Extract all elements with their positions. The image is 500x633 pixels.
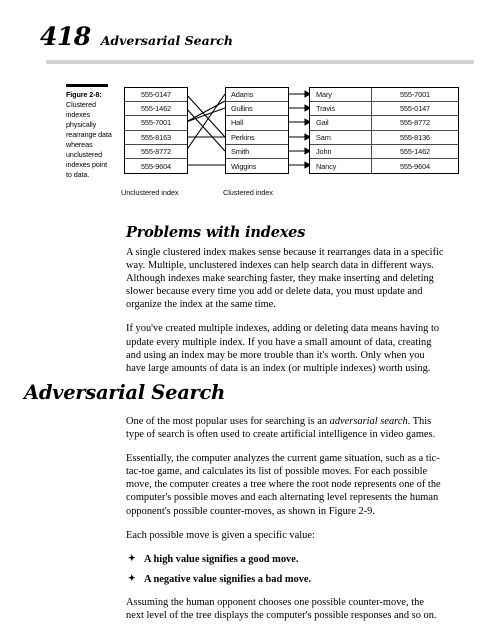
figure-caption-rule [66, 84, 108, 87]
adversarial-paragraph-2: Essentially, the computer analyzes the c… [126, 453, 441, 517]
record-name: Nancy [310, 158, 372, 174]
list-item-label: A negative value signifies a bad move. [144, 573, 312, 585]
record-name: Sam [310, 130, 372, 145]
adversarial-paragraph-3: Each possible move is given a specific v… [126, 529, 315, 541]
figure-2-8: Figure 2-8: Clustered indexes physically… [66, 84, 459, 202]
move-value-bullet-list: ✦ A high value signifies a good move. ✦ … [126, 553, 444, 586]
clustered-index-label: Clustered index [223, 188, 273, 197]
problems-paragraph-1: A single clustered index makes sense bec… [126, 247, 444, 311]
record-phone: 555-0147 [372, 102, 458, 117]
problems-heading: Problems with indexes [126, 224, 306, 241]
record-name: Gail [310, 116, 372, 131]
table-row: Perkins [226, 131, 288, 145]
figure-caption: Figure 2-8: Clustered indexes physically… [66, 84, 116, 180]
table-row: 555-8772 [125, 145, 187, 159]
record-phone: 555-7001 [372, 88, 458, 103]
table-row: Smith [226, 145, 288, 159]
list-item: ✦ A high value signifies a good move. [126, 553, 444, 566]
figure-number: Figure 2-8: [66, 89, 102, 99]
unclustered-cell: 555-1462 [125, 102, 187, 117]
adversarial-p1-before: One of the most popular uses for searchi… [126, 416, 330, 427]
clustered-cell: Adams [226, 88, 288, 103]
table-row: John 555-1462 [310, 144, 458, 159]
header-divider-rule [46, 60, 474, 64]
unclustered-cell: 555-8772 [125, 145, 187, 159]
list-item-label: A high value signifies a good move. [144, 553, 299, 565]
table-row: Gullins [226, 102, 288, 117]
clustered-cell: Smith [226, 145, 288, 159]
unclustered-cell: 555-7001 [125, 116, 187, 131]
page-header: 418 Adversarial Search [40, 24, 480, 58]
bullet-diamond-icon: ✦ [128, 573, 136, 584]
unclustered-cell: 555-0147 [125, 88, 187, 103]
unclustered-index-label: Unclustered index [121, 188, 179, 197]
list-item: ✦ A negative value signifies a bad move. [126, 573, 444, 586]
running-title: Adversarial Search [100, 33, 233, 48]
table-row: Gail 555-8772 [310, 116, 458, 131]
record-phone: 555-8772 [372, 116, 458, 131]
data-records-table: Mary 555-7001 Travis 555-0147 Gail 555-8… [309, 87, 459, 175]
adversarial-paragraph-1: One of the most popular uses for searchi… [126, 415, 444, 441]
table-row: 555-1462 [125, 102, 187, 117]
record-name: Mary [310, 88, 372, 103]
page-number: 418 [40, 22, 91, 51]
table-row: Wiggins [226, 159, 288, 173]
record-name: John [310, 144, 372, 159]
table-row: Sam 555-8136 [310, 130, 458, 145]
adversarial-paragraph-4: Assuming the human opponent chooses one … [126, 596, 437, 621]
adversarial-search-term: adversarial search [329, 416, 408, 427]
unclustered-cell: 555-9604 [140, 161, 172, 171]
table-row: 555-7001 [125, 116, 187, 131]
unclustered-index-table: 555-0147 555-1462 555-7001 555-8163 555-… [124, 87, 188, 175]
adversarial-search-heading: Adversarial Search [24, 381, 225, 404]
clustered-index-table: Adams Gullins Hall Perkins Smith Wiggins [225, 87, 289, 175]
problems-paragraph-2: If you've created multiple indexes, addi… [126, 323, 440, 374]
clustered-cell: Hall [226, 116, 288, 131]
table-row: 555-8163 [125, 131, 187, 145]
record-name: Travis [310, 102, 372, 117]
table-row: Nancy 555-9604 [310, 158, 458, 174]
table-row: Travis 555-0147 [310, 102, 458, 117]
clustered-cell: Perkins [226, 131, 288, 145]
record-phone: 555-1462 [372, 145, 458, 159]
problems-with-indexes-section: Problems with indexes A single clustered… [126, 224, 444, 386]
bullet-diamond-icon: ✦ [128, 553, 136, 564]
unclustered-cell: 555-8163 [125, 131, 187, 145]
adversarial-search-section: One of the most popular uses for searchi… [126, 415, 444, 633]
clustered-cell: Wiggins [231, 161, 257, 171]
table-row: 555-0147 [125, 88, 187, 103]
clustered-cell: Gullins [226, 102, 288, 117]
table-row: Hall [226, 116, 288, 131]
table-row: Adams [226, 88, 288, 103]
table-row: Mary 555-7001 [310, 88, 458, 103]
record-phone: 555-8136 [372, 131, 458, 145]
figure-caption-text: Clustered indexes physically rearrange d… [66, 99, 112, 179]
record-phone: 555-9604 [399, 161, 431, 171]
table-row: 555-9604 [125, 159, 187, 173]
